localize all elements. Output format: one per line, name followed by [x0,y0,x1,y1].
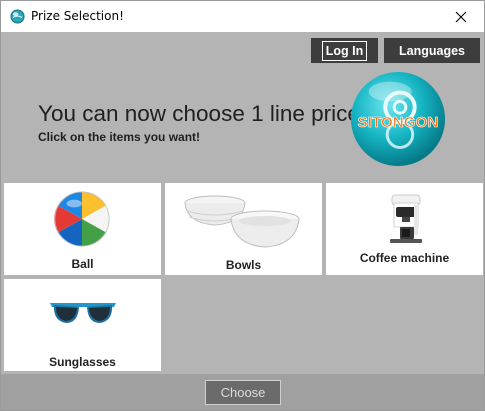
prize-tile-sunglasses[interactable]: Sunglasses [4,279,161,371]
window-title: Prize Selection! [31,9,124,23]
languages-button-label: Languages [399,43,465,58]
prize-label-coffee-machine: Coffee machine [359,251,450,265]
subline: Click on the items you want! [38,130,201,144]
prize-label-ball: Ball [71,257,94,271]
bowls-icon [184,195,300,248]
headline: You can now choose 1 line prices! [38,101,378,126]
prize-label-sunglasses: Sunglasses [49,355,116,369]
close-button[interactable] [438,1,484,32]
bottom-bar: Choose [1,374,484,410]
prize-tile-ball[interactable]: Ball [4,183,161,275]
login-button-label: Log In [321,40,368,61]
prize-selection-window: Prize Selection! Log In Languages You ca… [0,0,485,411]
beach-ball-icon [54,191,110,247]
choose-button[interactable]: Choose [205,380,281,405]
languages-button[interactable]: Languages [384,38,480,63]
sitongon-logo: SITONGON [350,71,446,167]
prize-tile-bowls[interactable]: Bowls [165,183,322,275]
app-globe-icon [10,9,25,24]
client-area: Log In Languages You can now choose 1 li… [1,32,484,410]
close-icon [455,11,467,22]
prize-tile-coffee-machine[interactable]: Coffee machine [326,183,483,275]
prize-label-bowls: Bowls [225,258,262,272]
login-button[interactable]: Log In [311,38,378,63]
logo-text: SITONGON [358,114,439,131]
sunglasses-icon [50,303,116,323]
title-bar: Prize Selection! [1,1,484,33]
coffee-machine-icon [390,194,422,243]
